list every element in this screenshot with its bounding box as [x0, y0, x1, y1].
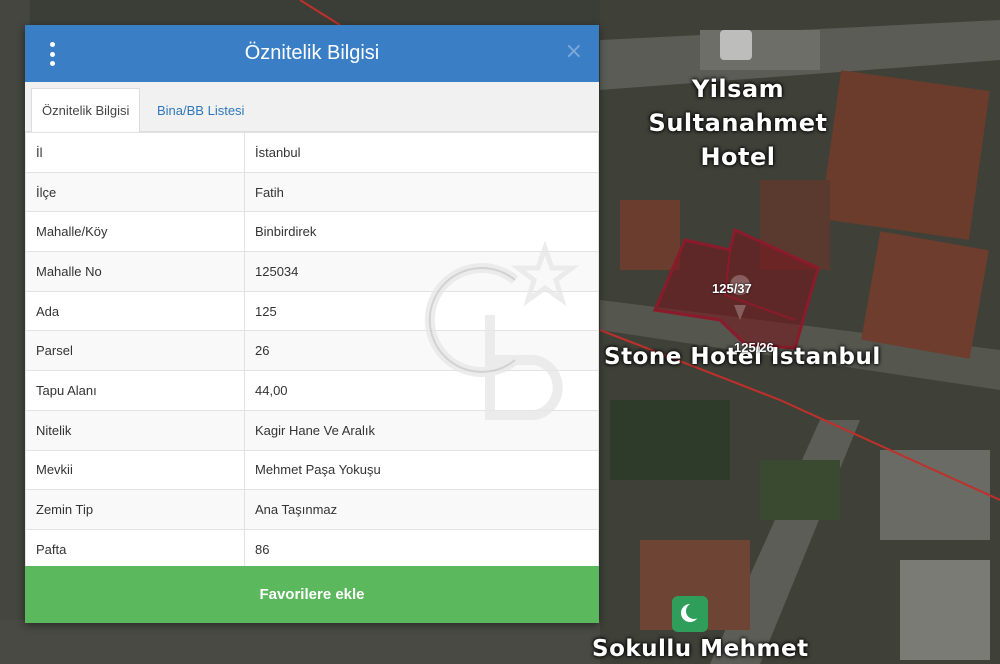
parcel-label[interactable]: 125/37 — [712, 281, 752, 296]
map-label-hotel-line2: Sultanahmet — [648, 109, 828, 137]
attribute-value: 44,00 — [244, 370, 599, 411]
table-row: Tapu Alanı 44,00 — [25, 370, 599, 411]
tab-attribute-info[interactable]: Öznitelik Bilgisi — [31, 88, 141, 133]
table-row: Ada 125 — [25, 290, 599, 332]
attribute-value: Binbirdirek — [244, 211, 599, 253]
table-row: Pafta 86 — [25, 528, 599, 570]
attribute-key: Ada — [25, 290, 245, 332]
attribute-key: İlçe — [25, 171, 245, 213]
attribute-value: Ana Taşınmaz — [244, 489, 599, 530]
tab-bar: Öznitelik Bilgisi Bina/BB Listesi — [25, 82, 599, 133]
attribute-value: İstanbul — [244, 132, 599, 173]
attribute-key: İl — [25, 132, 245, 173]
attribute-value: 86 — [244, 528, 599, 570]
kebab-menu-icon[interactable] — [45, 42, 59, 66]
attribute-value: 125 — [244, 290, 599, 332]
map-label-sokullu: Sokullu Mehmet — [592, 636, 809, 662]
table-row: İl İstanbul — [25, 132, 599, 173]
attribute-value: Fatih — [244, 171, 599, 213]
attribute-value: 125034 — [244, 251, 599, 292]
table-row: Zemin Tip Ana Taşınmaz — [25, 489, 599, 530]
attribute-panel: Öznitelik Bilgisi × Öznitelik Bilgisi Bi… — [25, 25, 599, 623]
add-favorite-button[interactable]: Favorilere ekle — [25, 566, 599, 623]
panel-header: Öznitelik Bilgisi × — [25, 25, 599, 82]
panel-title: Öznitelik Bilgisi — [244, 42, 380, 64]
table-row: Mevkii Mehmet Paşa Yokuşu — [25, 449, 599, 491]
attribute-key: Parsel — [25, 330, 245, 372]
parcel-label[interactable]: 125/26 — [734, 340, 774, 355]
attribute-value: Kagir Hane Ve Aralık — [244, 409, 599, 451]
attribute-value: Mehmet Paşa Yokuşu — [244, 449, 599, 491]
tab-building-list[interactable]: Bina/BB Listesi — [147, 88, 254, 133]
close-icon[interactable]: × — [565, 41, 583, 63]
attribute-key: Mevkii — [25, 449, 245, 491]
attribute-key: Tapu Alanı — [25, 370, 245, 411]
attribute-key: Zemin Tip — [25, 489, 245, 530]
map-label-hotel-line1: Yilsam — [691, 75, 785, 103]
attribute-key: Pafta — [25, 528, 245, 570]
map-label-hotel: Yilsam Sultanahmet Hotel — [648, 72, 828, 174]
table-row: Mahalle/Köy Binbirdirek — [25, 211, 599, 253]
attribute-key: Mahalle/Köy — [25, 211, 245, 253]
attribute-key: Mahalle No — [25, 251, 245, 292]
table-row: Nitelik Kagir Hane Ve Aralık — [25, 409, 599, 451]
attribute-value: 26 — [244, 330, 599, 372]
attribute-table: İl İstanbul İlçe Fatih Mahalle/Köy Binbirdire… — [25, 132, 599, 570]
table-row: Parsel 26 — [25, 330, 599, 372]
map-label-hotel-line3: Hotel — [700, 143, 776, 171]
table-row: İlçe Fatih — [25, 171, 599, 213]
attribute-key: Nitelik — [25, 409, 245, 451]
table-row: Mahalle No 125034 — [25, 251, 599, 292]
